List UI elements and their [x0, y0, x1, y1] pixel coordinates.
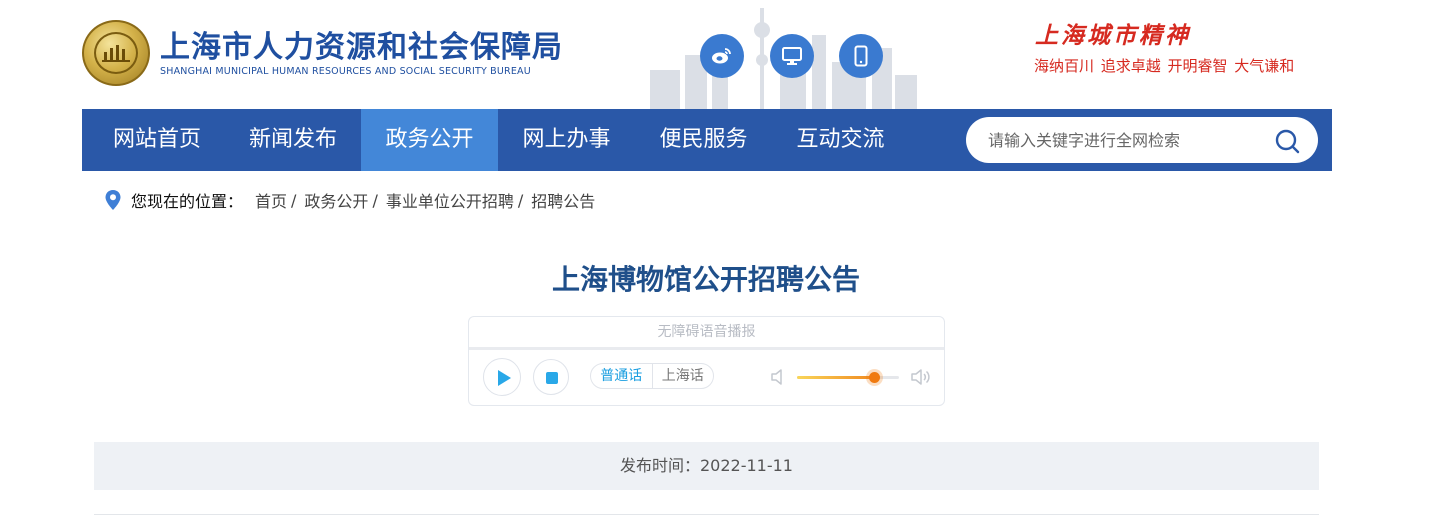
nav-item-home[interactable]: 网站首页 — [82, 109, 232, 171]
publish-date: 发布时间：2022-11-11 — [94, 442, 1319, 490]
play-icon — [498, 370, 511, 386]
breadcrumb-government-affairs[interactable]: 政务公开 — [304, 188, 368, 212]
site-subtitle: SHANGHAI MUNICIPAL HUMAN RESOURCES AND S… — [160, 66, 531, 77]
stop-icon — [546, 372, 558, 384]
mobile-icon — [854, 45, 868, 67]
language-toggle: 普通话 上海话 — [590, 363, 714, 389]
breadcrumb-recruitment-notice[interactable]: 招聘公告 — [531, 188, 595, 212]
breadcrumb-label: 您现在的位置： — [131, 192, 244, 211]
play-button[interactable] — [483, 358, 521, 396]
desktop-icon — [782, 47, 802, 65]
bureau-emblem-logo[interactable] — [82, 20, 150, 86]
volume-up-icon[interactable] — [910, 368, 932, 386]
search-input[interactable] — [988, 117, 1268, 163]
nav-item-news[interactable]: 新闻发布 — [225, 109, 361, 171]
volume-down-icon[interactable] — [769, 368, 789, 386]
nav-item-government-affairs[interactable]: 政务公开 — [361, 109, 498, 171]
volume-slider-handle[interactable] — [869, 372, 880, 383]
city-spirit-title: 上海城市精神 — [1035, 22, 1191, 49]
city-spirit-motto: 海纳百川 追求卓越 开明睿智 大气谦和 — [1034, 57, 1295, 75]
playback-progress-bar[interactable] — [469, 347, 944, 350]
audio-player: 无障碍语音播报 普通话 上海话 — [468, 316, 945, 406]
breadcrumb-home[interactable]: 首页 — [255, 188, 287, 212]
site-title[interactable]: 上海市人力资源和社会保障局 — [160, 22, 563, 66]
breadcrumb-public-recruitment[interactable]: 事业单位公开招聘 — [386, 188, 514, 212]
lang-option-shanghainese[interactable]: 上海话 — [653, 364, 714, 388]
volume-level — [797, 376, 874, 379]
nav-item-online-services[interactable]: 网上办事 — [498, 109, 635, 171]
search-icon[interactable] — [1274, 128, 1300, 154]
lang-option-mandarin[interactable]: 普通话 — [591, 364, 653, 388]
content-divider — [94, 514, 1319, 515]
weibo-button[interactable] — [700, 34, 744, 78]
nav-item-public-services[interactable]: 便民服务 — [635, 109, 772, 171]
volume-slider[interactable] — [797, 372, 899, 383]
article-title: 上海博物馆公开招聘公告 — [551, 263, 860, 296]
stop-button[interactable] — [533, 359, 569, 395]
search-box — [966, 117, 1318, 163]
main-nav: 网站首页 新闻发布 政务公开 网上办事 便民服务 互动交流 — [82, 109, 1332, 171]
weibo-icon — [712, 48, 731, 64]
mobile-site-button[interactable] — [839, 34, 883, 78]
nav-item-interaction[interactable]: 互动交流 — [772, 109, 909, 171]
desktop-site-button[interactable] — [770, 34, 814, 78]
player-title: 无障碍语音播报 — [657, 324, 756, 340]
breadcrumb: 您现在的位置： 首页 / 政务公开 / 事业单位公开招聘 / 招聘公告 — [104, 188, 595, 212]
location-pin-icon — [105, 190, 121, 210]
site-header: 上海市人力资源和社会保障局 SHANGHAI MUNICIPAL HUMAN R… — [0, 0, 1430, 109]
